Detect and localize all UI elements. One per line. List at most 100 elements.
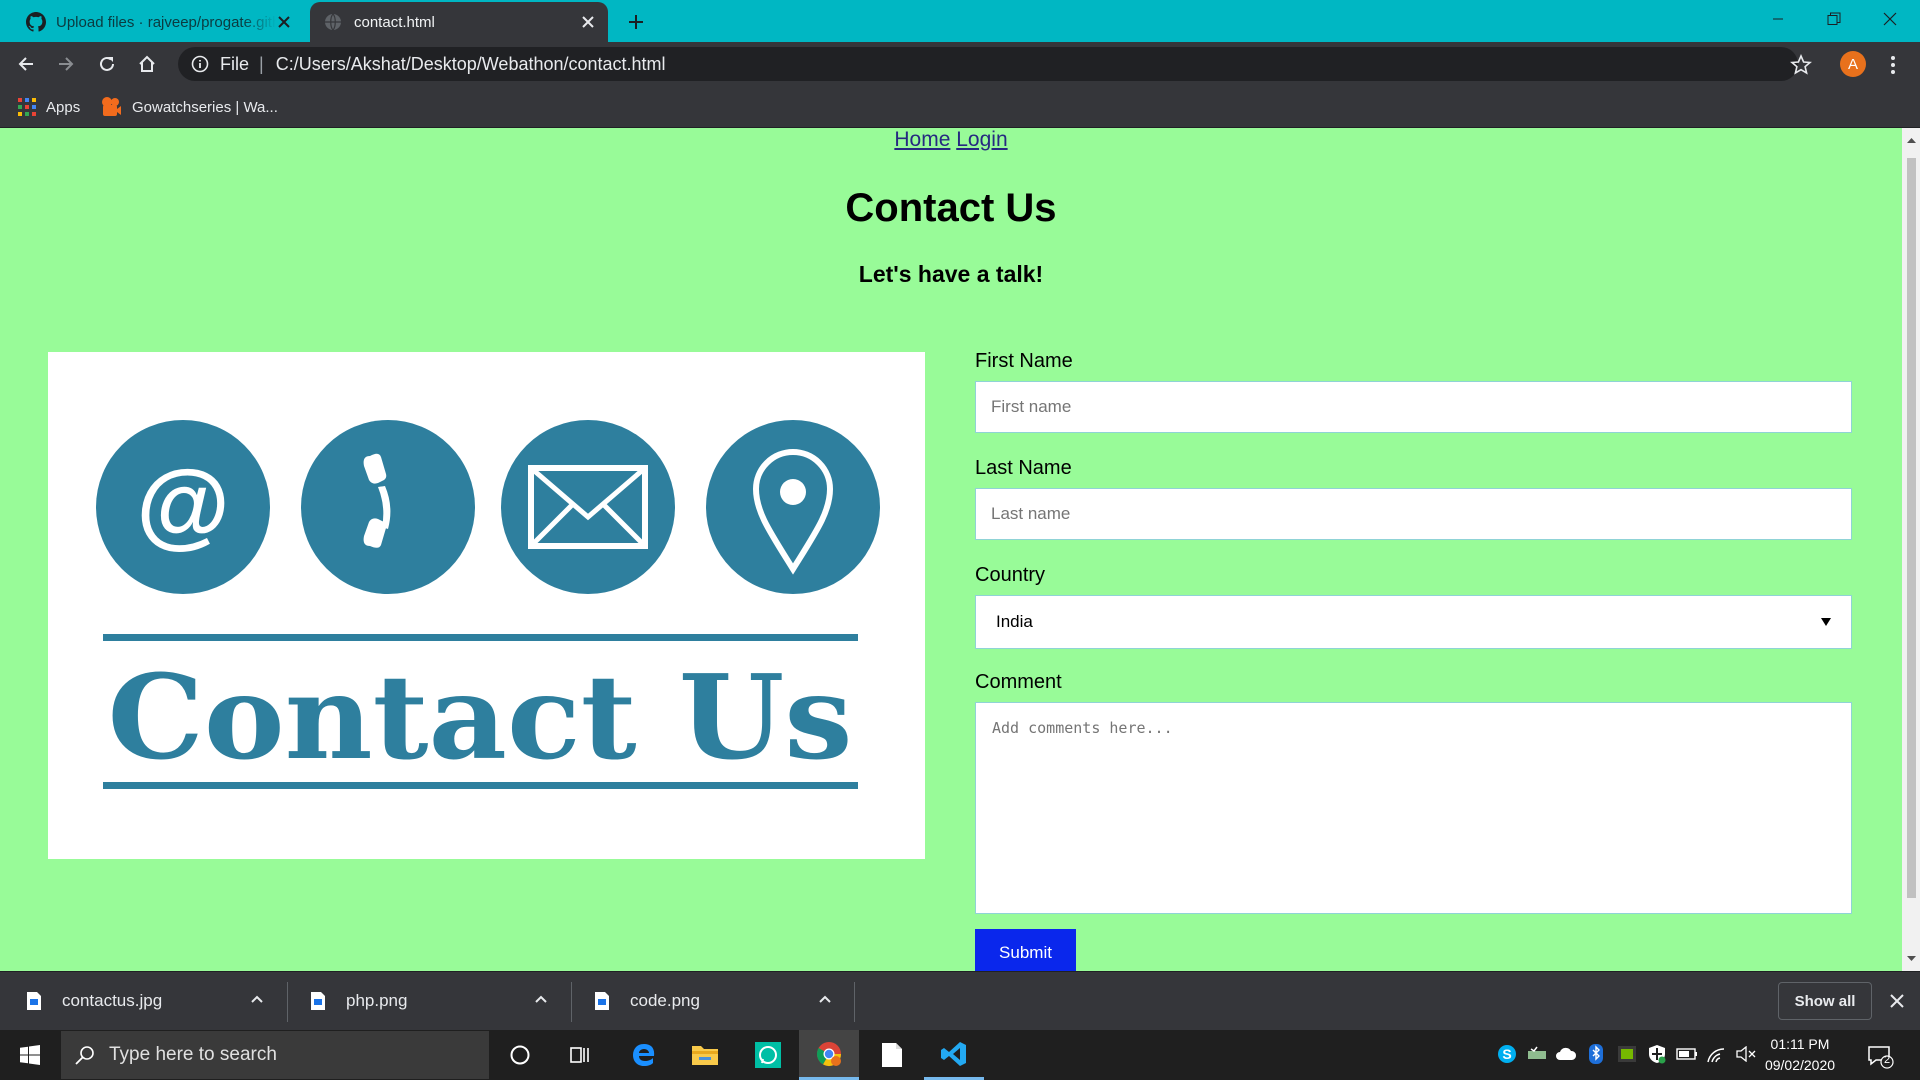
download-item[interactable]: php.png: [284, 972, 568, 1030]
vscode-taskbar-button[interactable]: [924, 1030, 984, 1080]
downloads-bar: contactus.jpg php.png code.png Show all: [0, 971, 1920, 1030]
cortana-button[interactable]: [490, 1030, 550, 1080]
tab-title: contact.html: [354, 13, 435, 31]
plus-icon: [629, 15, 643, 29]
chevron-up-icon[interactable]: [250, 994, 264, 1004]
battery-tray-icon[interactable]: [1676, 1043, 1698, 1065]
edge-icon: [633, 1044, 655, 1066]
comment-textarea[interactable]: [975, 702, 1852, 914]
download-filename: contactus.jpg: [62, 991, 163, 1010]
download-item[interactable]: contactus.jpg: [0, 972, 284, 1030]
url-separator: |: [259, 53, 264, 74]
restore-icon: [1827, 12, 1841, 25]
new-tab-button[interactable]: [624, 10, 648, 34]
profile-avatar[interactable]: A: [1840, 51, 1866, 77]
top-nav: Home Login: [0, 128, 1902, 152]
image-file-icon: [27, 992, 41, 1010]
divider: [854, 982, 855, 1022]
nav-login-link[interactable]: Login: [956, 128, 1007, 151]
tab-title: Upload files · rajveep/progate.github.io: [56, 13, 276, 31]
image-file-icon: [595, 992, 609, 1010]
info-icon[interactable]: [190, 54, 210, 74]
phone-icon: [301, 420, 475, 594]
first-name-input[interactable]: [975, 381, 1852, 433]
show-all-button[interactable]: Show all: [1778, 982, 1872, 1020]
taskbar-search[interactable]: Type here to search: [61, 1031, 489, 1079]
address-bar[interactable]: File | C:/Users/Akshat/Desktop/Webathon/…: [178, 47, 1798, 81]
wifi-tray-icon[interactable]: [1705, 1043, 1727, 1065]
submit-button[interactable]: Submit: [975, 929, 1076, 971]
url-text[interactable]: C:/Users/Akshat/Desktop/Webathon/contact…: [276, 54, 666, 75]
task-view-button[interactable]: [550, 1030, 610, 1080]
country-select[interactable]: India: [975, 595, 1852, 649]
notepad-taskbar-button[interactable]: [862, 1030, 922, 1080]
chrome-taskbar-button[interactable]: [799, 1030, 859, 1080]
scroll-up-arrow-icon[interactable]: [1907, 136, 1916, 145]
apps-grid-icon: [18, 98, 36, 116]
at-sign-icon: @: [96, 420, 270, 594]
file-explorer-button[interactable]: [675, 1030, 735, 1080]
security-shield-tray-icon[interactable]: [1646, 1043, 1668, 1065]
edge-taskbar-button[interactable]: [614, 1030, 674, 1080]
reload-icon: [100, 56, 114, 71]
nvidia-tray-icon[interactable]: [1616, 1043, 1638, 1065]
browser-toolbar: File | C:/Users/Akshat/Desktop/Webathon/…: [0, 42, 1920, 86]
close-tab-icon[interactable]: [580, 14, 596, 30]
notification-center-button[interactable]: 2: [1866, 1042, 1894, 1070]
tab-upload-files[interactable]: Upload files · rajveep/progate.github.io: [14, 2, 304, 42]
bookmark-star-icon[interactable]: [1790, 54, 1812, 76]
arrow-right-icon: [59, 57, 74, 71]
forward-button[interactable]: [52, 50, 80, 78]
taskbar-clock[interactable]: 01:11 PM 09/02/2020: [1752, 1034, 1848, 1076]
back-button[interactable]: [12, 50, 40, 78]
bookmark-label: Apps: [46, 98, 81, 116]
start-button[interactable]: [0, 1030, 60, 1080]
location-pin-icon: [706, 420, 880, 594]
minimize-button[interactable]: [1750, 0, 1806, 38]
scroll-down-arrow-icon[interactable]: [1907, 954, 1916, 963]
clock-time: 01:11 PM: [1770, 1036, 1830, 1052]
reload-button[interactable]: [93, 50, 121, 78]
download-filename: php.png: [346, 991, 408, 1010]
close-downloads-icon[interactable]: [1888, 992, 1906, 1010]
cortana-circle-icon: [510, 1045, 530, 1065]
search-placeholder: Type here to search: [109, 1044, 277, 1065]
svg-text:S: S: [1502, 1046, 1511, 1062]
skype-tray-icon[interactable]: S: [1496, 1043, 1518, 1065]
restore-button[interactable]: [1806, 0, 1862, 38]
taskbar: Type here to search S 01:11 PM 09/02/202…: [0, 1030, 1920, 1080]
whatsapp-taskbar-button[interactable]: [738, 1030, 798, 1080]
tab-contact-html[interactable]: contact.html: [310, 2, 608, 42]
network-drive-tray-icon[interactable]: [1526, 1043, 1548, 1065]
url-scheme: File: [220, 53, 250, 74]
chevron-up-icon[interactable]: [818, 994, 832, 1004]
bookmark-gowatchseries[interactable]: Gowatchseries | Wa...: [100, 95, 278, 119]
page-scrollbar[interactable]: [1902, 128, 1920, 971]
chrome-icon: [816, 1041, 841, 1066]
page-subtitle: Let's have a talk!: [858, 261, 1044, 287]
screen: Upload files · rajveep/progate.github.io…: [0, 0, 1920, 1080]
chevron-up-icon[interactable]: [534, 994, 548, 1004]
bookmark-apps[interactable]: Apps: [18, 95, 80, 119]
blank-document-icon: [882, 1043, 902, 1067]
scroll-thumb[interactable]: [1907, 158, 1916, 898]
close-tab-icon[interactable]: [276, 14, 292, 30]
envelope-icon: [501, 420, 675, 594]
first-name-label: First Name: [975, 350, 1073, 372]
menu-kebab-icon[interactable]: [1886, 54, 1900, 76]
onedrive-tray-icon[interactable]: [1555, 1043, 1577, 1065]
bluetooth-tray-icon[interactable]: [1585, 1043, 1607, 1065]
download-filename: code.png: [630, 991, 700, 1010]
contact-form: First Name Last Name Country India Comme…: [975, 350, 1852, 919]
home-button[interactable]: [133, 50, 161, 78]
dropdown-arrow-icon: [1821, 618, 1831, 626]
banner-text: Contact Us: [108, 650, 853, 786]
close-window-button[interactable]: [1862, 0, 1918, 38]
nav-home-link[interactable]: Home: [894, 128, 950, 151]
last-name-input[interactable]: [975, 488, 1852, 540]
download-item[interactable]: code.png: [568, 972, 852, 1030]
clock-date: 09/02/2020: [1764, 1057, 1836, 1073]
banner-top-rule: [103, 634, 858, 641]
svg-text:@: @: [136, 451, 230, 558]
page-title: Contact Us: [845, 186, 1057, 230]
